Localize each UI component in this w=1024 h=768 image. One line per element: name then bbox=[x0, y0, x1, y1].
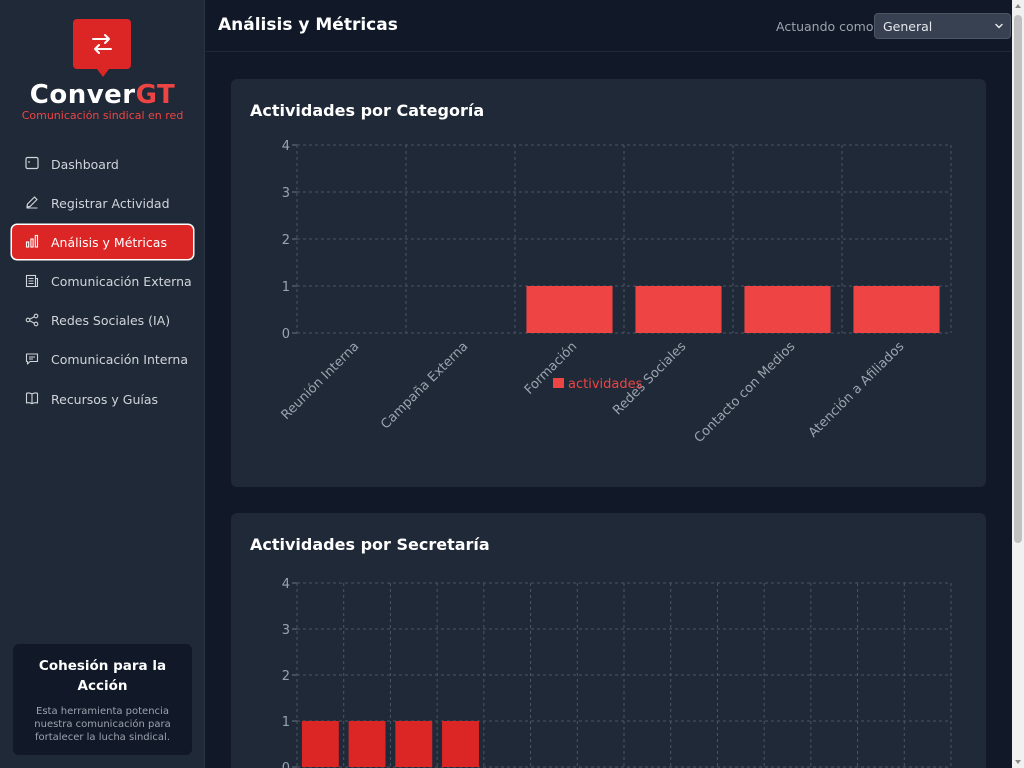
scroll-down-arrow-icon[interactable] bbox=[1015, 760, 1021, 764]
y-tick-label: 4 bbox=[282, 577, 290, 592]
brand-tagline: Comunicación sindical en red bbox=[21, 109, 184, 122]
bar-chart-categoria: 01234Reunión Interna Campaña Externa Forma… bbox=[279, 139, 952, 446]
chevron-down-icon bbox=[995, 23, 1003, 29]
share-icon bbox=[25, 313, 41, 329]
swap-arrows-icon bbox=[92, 34, 112, 54]
sidebar-item-label: Comunicación Externa bbox=[51, 274, 192, 290]
bar bbox=[744, 286, 831, 333]
promo-title: Cohesión para la Acción bbox=[38, 658, 167, 694]
scroll-thumb[interactable] bbox=[1014, 15, 1022, 543]
x-tick-label: Reunión Interna bbox=[279, 339, 363, 423]
x-tick-label: Atención a Afiliados bbox=[806, 339, 908, 441]
bar bbox=[301, 721, 339, 767]
sidebar-item-registrar-actividad[interactable]: Registrar Actividad bbox=[12, 186, 193, 220]
y-tick-label: 2 bbox=[282, 669, 290, 684]
role-select[interactable]: General bbox=[874, 13, 1011, 39]
logo bbox=[73, 19, 131, 77]
bar bbox=[442, 721, 479, 767]
y-tick-label: 2 bbox=[282, 233, 290, 248]
main-content: Actividades por Categoría 0 1 2 3 4 Reunión I… bbox=[206, 52, 1012, 768]
sidebar-item-redes-sociales[interactable]: Redes Sociales (IA) bbox=[12, 304, 193, 338]
bar bbox=[635, 286, 722, 333]
y-tick-label: 0 bbox=[282, 761, 290, 768]
bar-chart-secretaria: 0 1 2 3 4 bbox=[282, 577, 952, 768]
page-scrollbar[interactable] bbox=[1012, 0, 1024, 768]
y-tick-label: 0 bbox=[282, 327, 290, 342]
sidebar-item-label: Dashboard bbox=[51, 156, 119, 172]
y-tick-label: 3 bbox=[282, 623, 290, 638]
bar bbox=[526, 286, 613, 333]
promo-text: Esta herramienta potencia nuestra comuni… bbox=[34, 706, 171, 743]
sidebar-item-comunicacion-externa[interactable]: Comunicación Externa bbox=[12, 265, 193, 299]
sidebar-item-comunicacion-interna[interactable]: Comunicación Interna bbox=[12, 343, 193, 377]
acting-as-label: Actuando como: bbox=[776, 19, 878, 34]
y-tick-label: 3 bbox=[282, 186, 290, 201]
legend-swatch bbox=[553, 378, 564, 388]
dashboard-icon bbox=[25, 156, 41, 172]
bar-chart-icon bbox=[25, 234, 41, 250]
top-header: Análisis y Métricas Actuando como: Gener… bbox=[206, 0, 1012, 52]
sidebar-item-recursos-guias[interactable]: Recursos y Guías bbox=[12, 382, 193, 416]
sidebar-item-analisis-metricas[interactable]: Análisis y Métricas bbox=[12, 225, 193, 260]
promo-card: Cohesión para la Acción Esta herramienta… bbox=[13, 644, 192, 755]
x-tick-label: Campaña Externa bbox=[378, 339, 471, 432]
x-tick-label: Contacto con Medios bbox=[692, 339, 799, 446]
sidebar: ConverGT Comunicación sindical en red Da… bbox=[0, 0, 205, 768]
sidebar-item-label: Registrar Actividad bbox=[51, 195, 170, 211]
sidebar-item-label: Recursos y Guías bbox=[51, 391, 159, 407]
bar bbox=[348, 721, 386, 767]
sidebar-item-label: Análisis y Métricas bbox=[51, 234, 167, 250]
role-select-value: General bbox=[883, 18, 933, 34]
sidebar-item-dashboard[interactable]: Dashboard bbox=[12, 147, 193, 181]
scroll-up-arrow-icon[interactable] bbox=[1015, 4, 1021, 8]
sidebar-item-label: Comunicación Interna bbox=[51, 352, 188, 368]
edit-icon bbox=[25, 195, 41, 211]
page-title: Análisis y Métricas bbox=[218, 15, 398, 35]
chart-card-secretaria: Actividades por Secretaría 01234 bbox=[231, 513, 986, 768]
message-icon bbox=[25, 352, 41, 368]
chart-card-categoria: Actividades por Categoría 0 1 2 3 4 Reunión I… bbox=[231, 79, 986, 487]
sidebar-item-label: Redes Sociales (IA) bbox=[51, 313, 171, 329]
bar bbox=[853, 286, 940, 333]
y-tick-label: 1 bbox=[282, 280, 290, 295]
y-tick-label: 1 bbox=[282, 715, 290, 730]
bar bbox=[395, 721, 433, 767]
y-tick-label: 4 bbox=[282, 139, 290, 154]
sidebar-nav: Dashboard Registrar Actividad Análisis y… bbox=[12, 147, 193, 421]
brand-name: ConverGT bbox=[29, 80, 176, 110]
book-icon bbox=[25, 391, 41, 407]
legend-label: actividades bbox=[568, 377, 643, 392]
newspaper-icon bbox=[25, 274, 41, 290]
